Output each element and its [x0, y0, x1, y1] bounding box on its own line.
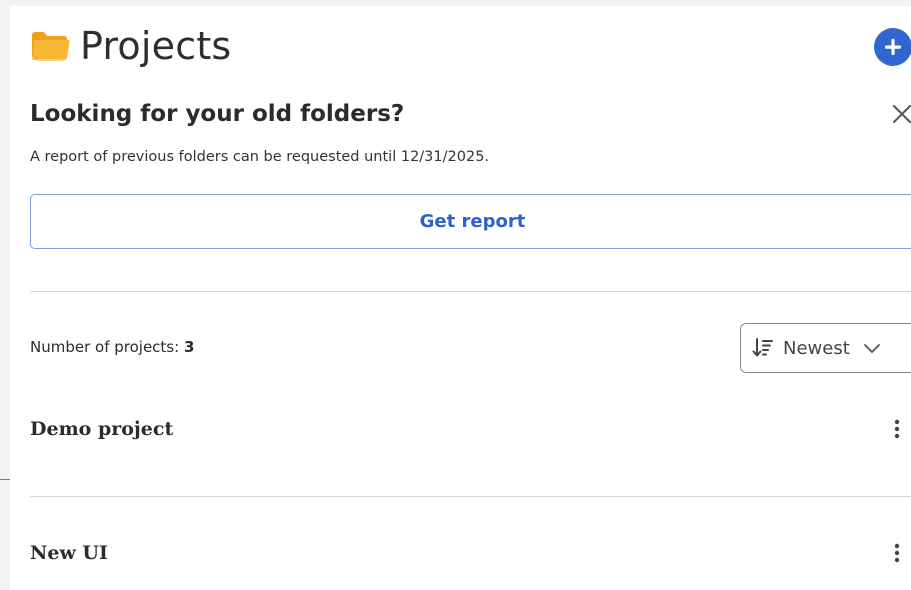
project-name: Demo project	[30, 418, 174, 440]
plus-icon	[885, 39, 901, 55]
project-count: Number of projects: 3	[30, 338, 194, 356]
project-count-value: 3	[183, 338, 195, 356]
project-name: New UI	[30, 542, 108, 564]
sort-selected-value: Newest	[783, 337, 850, 359]
get-report-label: Get report	[419, 211, 526, 232]
background-divider	[0, 479, 10, 480]
more-vertical-icon[interactable]	[885, 541, 909, 565]
project-row[interactable]: New UI	[30, 533, 911, 573]
list-divider	[30, 496, 911, 497]
get-report-button[interactable]: Get report	[30, 194, 911, 249]
more-vertical-icon[interactable]	[885, 417, 909, 441]
add-project-button[interactable]	[874, 28, 911, 66]
project-row[interactable]: Demo project	[30, 409, 911, 449]
panel-header: Projects	[30, 22, 231, 70]
project-count-label: Number of projects:	[30, 338, 180, 356]
sort-descending-icon	[752, 338, 773, 357]
section-divider	[30, 291, 911, 292]
folder-icon	[32, 32, 70, 61]
sort-select[interactable]: Newest	[740, 323, 911, 373]
notice-title: Looking for your old folders?	[30, 101, 405, 127]
projects-panel: Projects Looking for your old folders? A…	[10, 6, 911, 590]
chevron-down-icon	[863, 344, 880, 353]
page-title: Projects	[80, 24, 232, 68]
notice-text: A report of previous folders can be requ…	[30, 149, 490, 165]
close-icon[interactable]	[891, 103, 911, 125]
